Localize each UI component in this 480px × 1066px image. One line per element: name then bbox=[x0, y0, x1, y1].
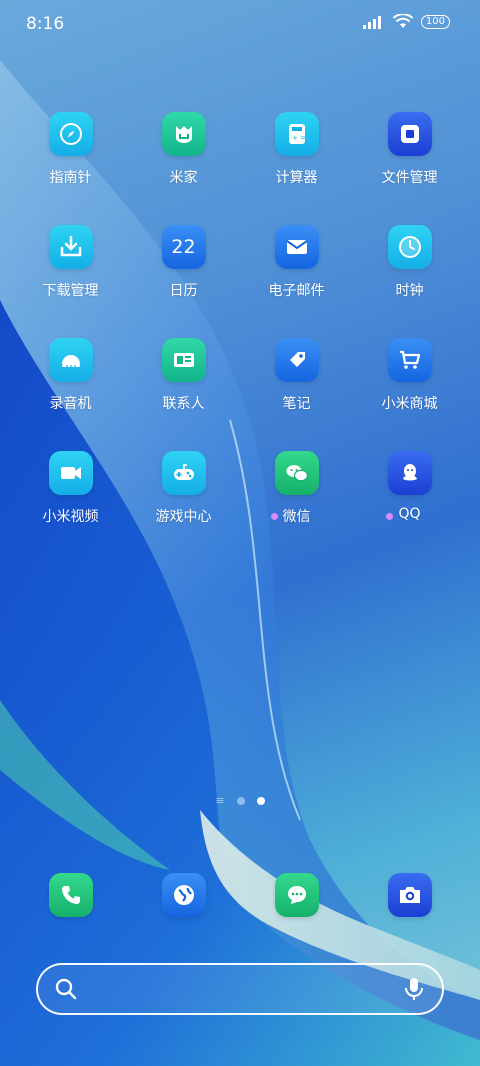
calendar-day: 22 bbox=[171, 236, 196, 258]
app-label: 联系人 bbox=[162, 396, 205, 412]
page-dot[interactable] bbox=[236, 797, 245, 805]
mijia-icon[interactable] bbox=[161, 112, 206, 156]
app-label: 计算器 bbox=[275, 170, 318, 186]
status-bar: 8:16 100 bbox=[0, 0, 480, 50]
app-label: 游戏中心 bbox=[155, 509, 212, 525]
notification-dot bbox=[270, 513, 278, 520]
app-compass[interactable]: 指南针 bbox=[14, 112, 127, 225]
status-time: 8:16 bbox=[26, 14, 65, 34]
download-icon[interactable] bbox=[48, 225, 93, 269]
search-icon[interactable] bbox=[54, 977, 78, 1001]
app-clock[interactable]: 时钟 bbox=[353, 225, 466, 338]
page-dot-active[interactable] bbox=[256, 797, 265, 805]
contacts-icon[interactable] bbox=[161, 338, 206, 382]
mail-icon[interactable] bbox=[274, 225, 319, 269]
app-label-text: 微信 bbox=[282, 509, 311, 525]
microphone-icon[interactable] bbox=[402, 976, 426, 1002]
clock-icon[interactable] bbox=[387, 225, 432, 269]
phone-icon[interactable] bbox=[48, 873, 93, 917]
app-qq[interactable]: QQ bbox=[353, 451, 466, 564]
svg-text:+ =: + = bbox=[292, 134, 306, 142]
dock bbox=[14, 873, 466, 917]
file-manager-icon[interactable] bbox=[387, 112, 432, 156]
app-label: 笔记 bbox=[282, 396, 311, 412]
qq-icon[interactable] bbox=[387, 451, 432, 495]
battery-icon: 100 bbox=[420, 14, 450, 29]
app-label: 日历 bbox=[169, 283, 198, 299]
app-contacts[interactable]: 联系人 bbox=[127, 338, 240, 451]
recorder-icon[interactable] bbox=[48, 338, 93, 382]
app-calendar[interactable]: 22 日历 bbox=[127, 225, 240, 338]
wechat-icon[interactable] bbox=[274, 451, 319, 495]
search-input[interactable] bbox=[88, 975, 392, 1003]
store-cart-icon[interactable] bbox=[387, 338, 432, 382]
calculator-icon[interactable]: + = bbox=[274, 112, 319, 156]
notes-icon[interactable] bbox=[274, 338, 319, 382]
home-lines-icon: ≡ bbox=[215, 794, 225, 807]
signal-icon bbox=[362, 15, 381, 29]
app-label-text: QQ bbox=[398, 506, 421, 522]
app-grid: 指南针 米家 + = 计算器 文件管理 下载管理 22 日历 电子邮件 时钟 录… bbox=[14, 112, 466, 564]
app-file-manager[interactable]: 文件管理 bbox=[353, 112, 466, 225]
messages-icon[interactable] bbox=[274, 873, 319, 917]
app-game-center[interactable]: 游戏中心 bbox=[127, 451, 240, 564]
app-mail[interactable]: 电子邮件 bbox=[240, 225, 353, 338]
app-label: QQ bbox=[386, 506, 421, 522]
app-label: 下载管理 bbox=[42, 283, 99, 299]
app-mi-video[interactable]: 小米视频 bbox=[14, 451, 127, 564]
calendar-icon[interactable]: 22 bbox=[161, 225, 206, 269]
app-download-manager[interactable]: 下载管理 bbox=[14, 225, 127, 338]
app-label: 小米商城 bbox=[381, 396, 438, 412]
app-notes[interactable]: 笔记 bbox=[240, 338, 353, 451]
app-mi-store[interactable]: 小米商城 bbox=[353, 338, 466, 451]
video-icon[interactable] bbox=[48, 451, 93, 495]
app-label: 小米视频 bbox=[42, 509, 99, 525]
app-label: 微信 bbox=[270, 506, 311, 526]
wifi-icon bbox=[392, 14, 413, 28]
camera-icon[interactable] bbox=[387, 873, 432, 917]
browser-globe-icon[interactable] bbox=[161, 873, 206, 917]
app-wechat[interactable]: 微信 bbox=[240, 451, 353, 564]
app-label: 录音机 bbox=[49, 396, 92, 412]
app-recorder[interactable]: 录音机 bbox=[14, 338, 127, 451]
page-indicator[interactable]: ≡ bbox=[0, 794, 480, 807]
status-icons: 100 bbox=[362, 14, 450, 29]
search-bar[interactable] bbox=[36, 963, 444, 1015]
app-mijia[interactable]: 米家 bbox=[127, 112, 240, 225]
game-controller-icon[interactable] bbox=[161, 451, 206, 495]
notification-dot bbox=[386, 513, 394, 520]
compass-icon[interactable] bbox=[48, 112, 93, 156]
app-label: 文件管理 bbox=[381, 170, 438, 186]
app-label: 指南针 bbox=[49, 170, 92, 186]
app-label: 米家 bbox=[169, 170, 198, 186]
app-calculator[interactable]: + = 计算器 bbox=[240, 112, 353, 225]
app-label: 电子邮件 bbox=[268, 283, 325, 299]
app-label: 时钟 bbox=[395, 283, 424, 299]
